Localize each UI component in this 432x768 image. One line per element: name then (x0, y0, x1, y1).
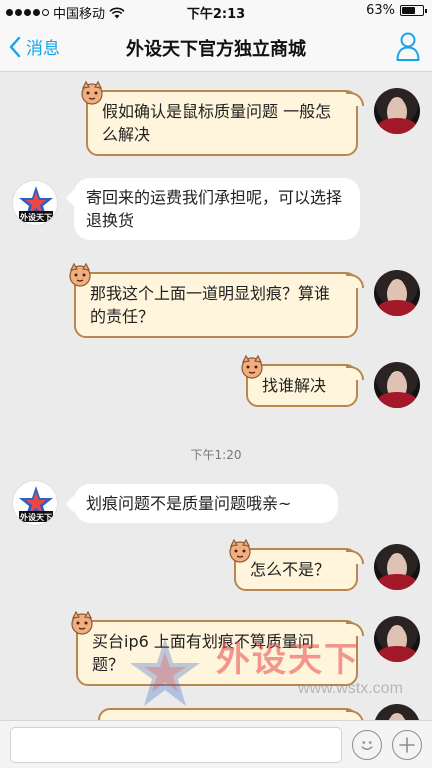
message-text: 寄回来的运费我们承担呢，可以选择退换货 (86, 188, 343, 230)
watermark-text: 外设天下 (216, 640, 360, 680)
message-bubble-outgoing[interactable]: 怎么不是？ (229, 538, 364, 591)
message-input[interactable] (10, 727, 342, 763)
person-icon (396, 32, 420, 61)
user-avatar[interactable] (374, 544, 420, 590)
status-bar: 中国移动 下午2:13 63% (0, 0, 432, 22)
message-text: 划痕问题不是质量问题哦亲~ (86, 494, 292, 513)
cat-sticker-icon (229, 538, 251, 563)
shop-avatar-text: 外设天下 (20, 212, 52, 222)
message-bubble-outgoing[interactable]: 找谁解决 (241, 354, 364, 407)
plus-button[interactable] (392, 730, 422, 760)
message-bubble-outgoing[interactable]: 那我这个上面一道明显划痕？算谁的责任？ (69, 262, 364, 338)
watermark: 外设天下 www.wstx.com (128, 632, 428, 714)
message-bubble-incoming[interactable]: 划痕问题不是质量问题哦亲~ (65, 484, 338, 523)
message-text: 那我这个上面一道明显划痕？算谁的责任？ (90, 284, 331, 326)
shop-avatar-text: 外设天下 (20, 512, 52, 522)
cat-sticker-icon (71, 610, 93, 635)
message-text: 找谁解决 (262, 376, 327, 395)
cat-sticker-icon (81, 80, 103, 105)
shop-logo-icon: 外设天下 (19, 486, 53, 522)
nav-bar: 消息 外设天下官方独立商城 (0, 22, 432, 72)
smiley-icon (361, 741, 373, 750)
timestamp-label: 下午1:20 (190, 448, 242, 462)
message-text: 假如确认是鼠标质量问题 一般怎么解决 (102, 102, 332, 144)
plus-icon (399, 737, 415, 753)
watermark-url: www.wstx.com (298, 680, 403, 697)
battery-fill (402, 7, 415, 14)
message-bubble-incoming[interactable]: 寄回来的运费我们承担呢，可以选择退换货 (65, 178, 360, 240)
status-right: 63% (366, 3, 427, 18)
message-text: 怎么不是？ (250, 560, 331, 579)
watermark-logo-icon (130, 638, 200, 706)
emoji-button[interactable] (352, 730, 382, 760)
chat-area[interactable]: 假如确认是鼠标质量问题 一般怎么解决 外设天下 寄回来的运费我们承担呢，可以选择… (0, 72, 432, 720)
shop-logo-icon: 外设天下 (19, 186, 53, 222)
page-title: 外设天下官方独立商城 (126, 39, 306, 60)
cat-sticker-icon (69, 262, 91, 287)
cat-sticker-icon (241, 354, 263, 379)
user-avatar[interactable] (374, 270, 420, 316)
battery-icon (400, 5, 427, 16)
shop-avatar[interactable]: 外设天下 (12, 480, 58, 526)
input-bar (0, 720, 432, 768)
battery-percent: 63% (366, 3, 395, 18)
user-avatar[interactable] (374, 362, 420, 408)
shop-avatar[interactable]: 外设天下 (12, 180, 58, 226)
message-bubble-outgoing[interactable]: 假如确认是鼠标质量问题 一般怎么解决 (81, 80, 364, 156)
user-avatar[interactable] (374, 88, 420, 134)
profile-button[interactable] (396, 31, 420, 65)
